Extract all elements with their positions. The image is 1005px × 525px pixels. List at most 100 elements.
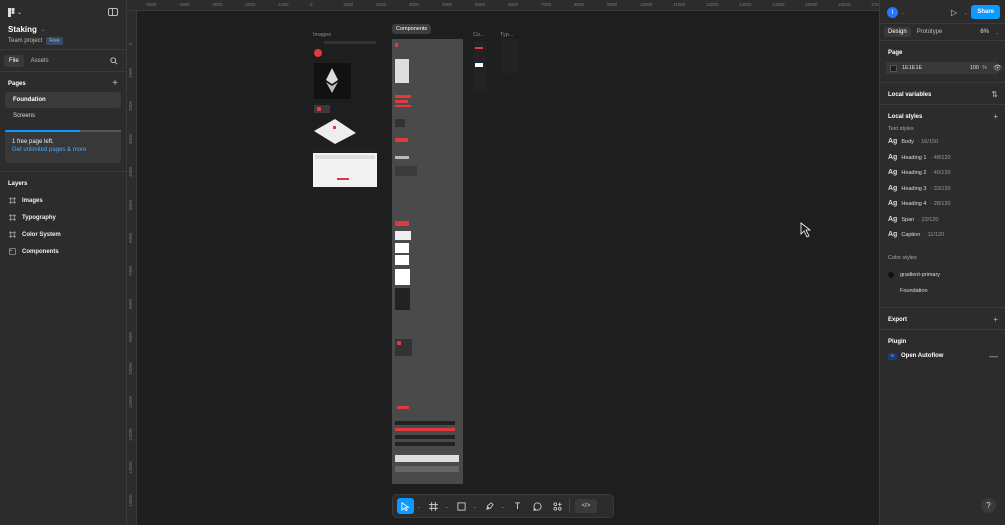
ruler-tick-label: 9000 (128, 331, 133, 342)
page-item-screens[interactable]: Screens (5, 108, 121, 124)
sidebar-toggle-icon[interactable] (108, 8, 118, 16)
text-style-heading-2[interactable]: Ag Heading 2 · 40/120 (880, 169, 1005, 185)
style-meta: · 23/120 (918, 216, 939, 223)
text-tool-button[interactable]: T (509, 498, 526, 514)
text-style-heading-3[interactable]: Ag Heading 3 · 33/120 (880, 185, 1005, 201)
team-label: Team project (8, 38, 43, 44)
left-sidebar: ⌄ Staking ⌄ Team project Free File Assets … (0, 0, 127, 525)
eye-icon[interactable]: 👁 (993, 64, 1002, 72)
layer-label: Images (22, 197, 43, 204)
plugin-open-autoflow[interactable]: ∞ Open Autoflow — (880, 351, 1005, 370)
page-background-field[interactable]: 1E1E1E 100 % 👁 (886, 62, 1002, 74)
chevron-down-icon[interactable]: ⌄ (964, 10, 967, 15)
image-thumb[interactable] (314, 49, 322, 57)
chevron-down-icon[interactable]: ⌄ (901, 10, 904, 15)
components-frame[interactable] (392, 39, 463, 484)
layer-item-typography[interactable]: Typography (0, 209, 126, 226)
text-style-heading-1[interactable]: Ag Heading 1 · 48/120 (880, 154, 1005, 170)
layer-item-color-system[interactable]: Color System (0, 226, 126, 243)
page-heading: Page (888, 50, 903, 56)
comment-tool-button[interactable] (529, 498, 546, 514)
color-style-name: gradient-primary (900, 271, 941, 278)
zoom-level[interactable]: 6% (980, 29, 989, 35)
help-button[interactable]: ? (981, 498, 996, 513)
style-name: Body (901, 139, 914, 145)
image-thumb[interactable] (314, 105, 330, 113)
pages-heading: Pages + (0, 72, 126, 92)
layer-label: Color System (22, 231, 61, 238)
color-swatch-icon (888, 271, 894, 278)
page-item-foundation[interactable]: Foundation (5, 92, 121, 108)
move-tool-icon (401, 501, 410, 511)
add-style-icon[interactable]: + (993, 112, 998, 121)
ruler-tick-label: -1000 (277, 2, 289, 7)
add-export-icon[interactable]: + (993, 315, 998, 324)
remove-plugin-icon[interactable]: — (989, 351, 998, 361)
image-strip[interactable] (313, 148, 377, 152)
image-card-tile[interactable] (314, 119, 356, 144)
style-meta: · 40/120 (930, 170, 951, 176)
frame-tool-icon (429, 501, 438, 511)
move-tool-button[interactable] (397, 498, 414, 514)
section-icon (9, 248, 16, 255)
page-color-swatch[interactable] (890, 64, 897, 72)
color-style-foundation[interactable]: Foundation (880, 283, 1005, 299)
image-screenshot-tile[interactable] (313, 153, 377, 187)
pen-tool-button[interactable] (481, 498, 498, 514)
layer-item-images[interactable]: Images (0, 192, 126, 209)
page-opacity[interactable]: 100 (970, 65, 979, 71)
color-swatch-icon (888, 287, 894, 294)
typ-frame[interactable] (501, 39, 519, 73)
ruler-tick-label: 2000 (376, 2, 387, 7)
chevron-down-icon[interactable]: ⌄ (473, 504, 478, 509)
frame-label-components[interactable]: Components (392, 24, 432, 34)
add-page-icon[interactable]: + (112, 78, 118, 89)
tab-assets[interactable]: Assets (26, 55, 54, 67)
text-style-span[interactable]: Ag Span · 23/120 (880, 216, 1005, 232)
plan-badge[interactable]: Free (46, 37, 63, 45)
plugin-heading: Plugin (888, 338, 907, 345)
play-icon[interactable]: ▷ (951, 8, 957, 17)
text-style-heading-4[interactable]: Ag Heading 4 · 28/120 (880, 200, 1005, 216)
layer-item-components[interactable]: Components (0, 243, 126, 260)
chevron-down-icon[interactable]: ⌄ (996, 30, 999, 35)
style-name: Caption (901, 232, 921, 238)
main-menu-button[interactable]: ⌄ (8, 8, 22, 17)
chevron-down-icon[interactable]: ⌄ (445, 504, 450, 509)
layer-label: Components (22, 248, 59, 255)
variables-icon[interactable]: ⇅ (991, 90, 998, 99)
share-button[interactable]: Share (971, 5, 1000, 19)
chevron-down-icon[interactable]: ⌄ (501, 504, 506, 509)
layers-heading: Layers (8, 181, 28, 187)
ruler-tick-label: 7000 (128, 265, 133, 276)
dev-mode-toggle[interactable]: </> (575, 499, 597, 513)
upgrade-link[interactable]: Get unlimited pages & more (12, 147, 86, 153)
page-color-hex[interactable]: 1E1E1E (902, 65, 922, 71)
text-style-caption[interactable]: Ag Caption · 11/120 (880, 231, 1005, 247)
frame-tool-button[interactable] (425, 498, 442, 514)
image-strip[interactable] (324, 41, 376, 44)
actions-button[interactable] (549, 498, 566, 514)
ruler-tick-label: 11000 (128, 395, 133, 408)
text-style-body[interactable]: Ag Body · 16/150 (880, 138, 1005, 154)
ruler-tick-label: 13000 (128, 461, 133, 474)
style-name: Heading 2 (901, 170, 927, 176)
project-name[interactable]: Staking ⌄ (8, 25, 45, 34)
tab-design[interactable]: Design (884, 27, 911, 37)
color-style-gradient-primary[interactable]: gradient-primary (880, 267, 1005, 283)
co-frame[interactable] (473, 41, 487, 93)
style-meta: · 33/120 (930, 185, 951, 192)
search-icon[interactable] (110, 57, 118, 65)
chevron-down-icon[interactable]: ⌄ (417, 504, 422, 509)
rectangle-tool-button[interactable] (453, 498, 470, 514)
image-ethereum-tile[interactable] (314, 63, 351, 99)
canvas[interactable]: Images Components Co... Typ... (137, 11, 879, 525)
tab-prototype[interactable]: Prototype (913, 27, 947, 37)
tab-file[interactable]: File (4, 54, 24, 67)
frame-label-typ[interactable]: Typ... (500, 32, 513, 38)
frame-label-co[interactable]: Co... (473, 32, 485, 38)
page-limit-progress (5, 130, 81, 132)
local-variables-heading[interactable]: Local variables ⇅ (880, 83, 1005, 104)
avatar[interactable]: I (887, 7, 898, 18)
chevron-down-icon: ⌄ (40, 26, 46, 33)
